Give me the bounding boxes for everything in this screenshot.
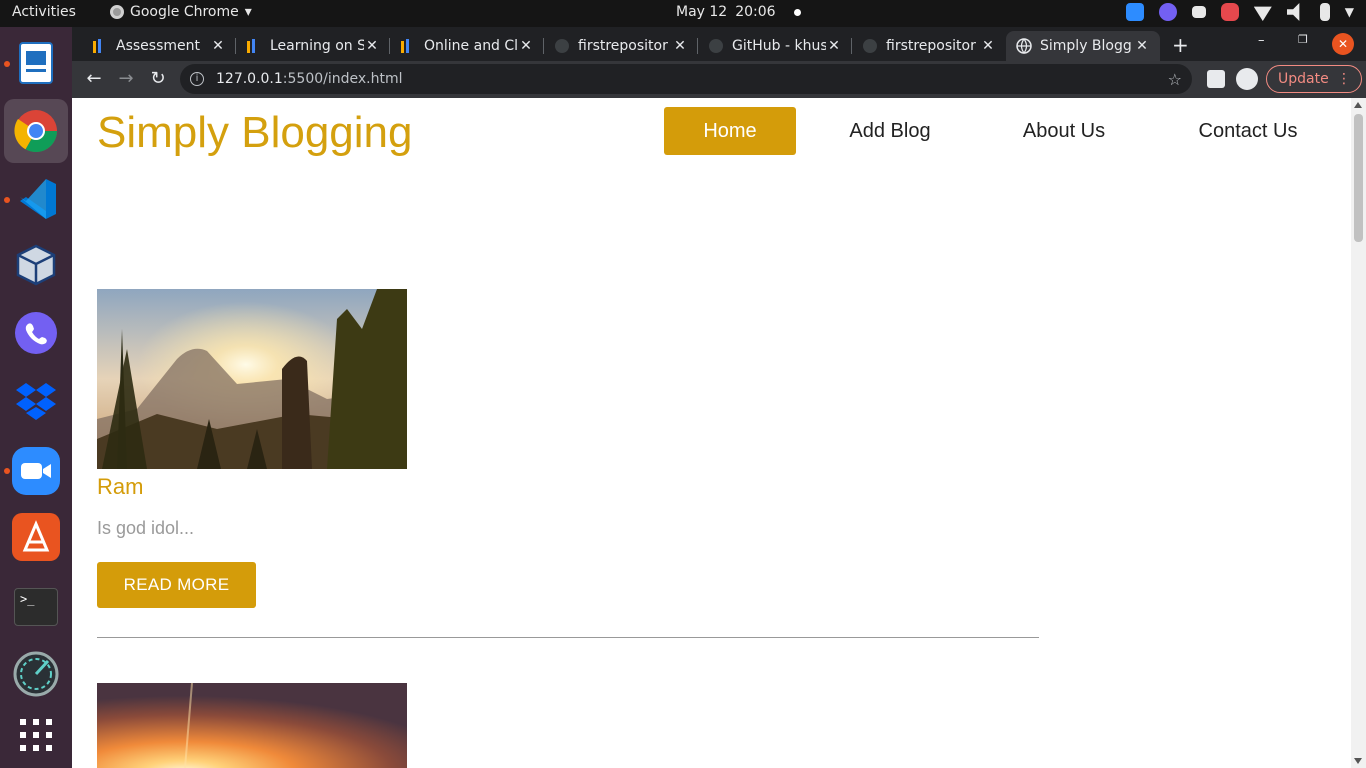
clock[interactable]: May 12 20:06: [676, 4, 801, 20]
app-menu[interactable]: Google Chrome ▾: [110, 4, 252, 20]
disk-usage-icon[interactable]: [12, 650, 60, 698]
dropbox-icon[interactable]: [12, 377, 60, 425]
wifi-icon[interactable]: [1253, 6, 1272, 21]
close-icon[interactable]: ✕: [364, 38, 380, 54]
viber-tray-icon[interactable]: [1158, 3, 1177, 21]
chrome-dock-icon[interactable]: [4, 99, 68, 163]
tab-label: firstrepositor: [886, 38, 976, 54]
dock: >_: [0, 27, 72, 768]
tab-label: Learning on S: [270, 38, 364, 54]
zoom-tray-icon[interactable]: [1125, 3, 1144, 21]
zoom-icon[interactable]: [12, 447, 60, 495]
github-icon: [554, 38, 570, 54]
app-icon: [92, 38, 108, 54]
close-icon[interactable]: ✕: [672, 38, 688, 54]
post-divider: [97, 637, 1039, 638]
battery-icon[interactable]: [1319, 3, 1330, 21]
close-icon[interactable]: ✕: [980, 38, 996, 54]
system-tray[interactable]: ▼: [1125, 3, 1354, 21]
extensions-puzzle-icon[interactable]: [1207, 70, 1225, 88]
dropbox-tray-icon[interactable]: [1191, 6, 1206, 18]
minimize-icon[interactable]: –: [1258, 33, 1265, 48]
window-close-icon[interactable]: ✕: [1332, 33, 1354, 55]
tab-label: Online and Cl: [424, 38, 518, 54]
tab-label: firstrepositor: [578, 38, 668, 54]
chevron-down-icon: ▾: [244, 4, 252, 20]
post-image[interactable]: [97, 289, 407, 469]
app-icon: [246, 38, 262, 54]
tab-label: GitHub - khus: [732, 38, 826, 54]
vscode-icon[interactable]: [12, 175, 60, 223]
read-more-button[interactable]: READ MORE: [97, 562, 256, 608]
software-center-icon[interactable]: [12, 513, 60, 561]
page-scrollbar[interactable]: [1351, 98, 1366, 768]
date-label: May 12: [676, 4, 728, 20]
restore-icon[interactable]: ❐: [1298, 33, 1308, 46]
post-title[interactable]: Ram: [97, 474, 143, 500]
nav-home[interactable]: Home: [664, 107, 796, 155]
tab-strip: Assessment ✕ Learning on S ✕ Online and …: [72, 27, 1366, 61]
running-indicator: [4, 468, 10, 474]
volume-icon[interactable]: [1286, 3, 1300, 21]
scroll-down-icon[interactable]: [1354, 758, 1362, 764]
bookmark-star-icon[interactable]: ☆: [1168, 70, 1182, 89]
close-icon[interactable]: ✕: [210, 38, 226, 54]
nav-about-us[interactable]: About Us: [998, 107, 1130, 155]
update-label: Update: [1278, 71, 1329, 87]
chrome-small-icon: [110, 5, 124, 19]
nav-contact-us[interactable]: Contact Us: [1182, 107, 1314, 155]
new-tab-icon[interactable]: +: [1172, 33, 1189, 57]
nav-add-blog[interactable]: Add Blog: [824, 107, 956, 155]
tab-3[interactable]: firstrepositor ✕: [544, 31, 698, 61]
post-image[interactable]: [97, 683, 407, 768]
tab-label: Assessment: [116, 38, 200, 54]
back-arrow-icon[interactable]: ←: [82, 68, 106, 92]
running-indicator: [4, 197, 10, 203]
running-indicator: [4, 61, 10, 67]
browser-window: Assessment ✕ Learning on S ✕ Online and …: [72, 27, 1366, 768]
profile-avatar-icon[interactable]: [1236, 68, 1258, 90]
time-label: 20:06: [735, 4, 776, 20]
libreoffice-impress-icon[interactable]: [12, 39, 60, 87]
tab-5[interactable]: firstrepositor ✕: [852, 31, 1006, 61]
address-bar[interactable]: i 127.0.0.1 :5500/index.html ☆: [180, 64, 1192, 94]
url-host: 127.0.0.1: [216, 71, 283, 87]
scrollbar-thumb[interactable]: [1354, 114, 1363, 242]
tab-2[interactable]: Online and Cl ✕: [390, 31, 544, 61]
viber-icon[interactable]: [12, 309, 60, 357]
post-excerpt: Is god idol...: [97, 518, 195, 538]
scroll-up-icon[interactable]: [1354, 102, 1362, 108]
app-menu-label: Google Chrome: [130, 4, 239, 20]
github-icon: [708, 38, 724, 54]
web-page: Simply Blogging Home Add Blog About Us C…: [72, 98, 1351, 768]
url-path: :5500/index.html: [282, 71, 403, 87]
update-button[interactable]: Update ⋮: [1266, 65, 1362, 93]
system-top-bar: Activities Google Chrome ▾ May 12 20:06 …: [0, 0, 1366, 27]
close-icon[interactable]: ✕: [826, 38, 842, 54]
globe-icon: [1016, 38, 1032, 55]
close-icon[interactable]: ✕: [518, 38, 534, 54]
site-brand[interactable]: Simply Blogging: [97, 108, 413, 158]
tab-0[interactable]: Assessment ✕: [82, 31, 236, 61]
tab-6-active[interactable]: Simply Blogg ✕: [1006, 31, 1160, 61]
virtualbox-icon[interactable]: [12, 241, 60, 289]
tab-1[interactable]: Learning on S ✕: [236, 31, 390, 61]
show-applications-icon[interactable]: [20, 719, 52, 751]
system-menu-chevron-icon[interactable]: ▼: [1345, 5, 1354, 19]
tab-label: Simply Blogg: [1040, 38, 1132, 54]
site-info-icon[interactable]: i: [190, 72, 204, 86]
notification-dot-icon: [793, 8, 801, 16]
tab-4[interactable]: GitHub - khus ✕: [698, 31, 852, 61]
github-icon: [862, 38, 878, 54]
app-icon: [400, 38, 416, 54]
reload-icon[interactable]: ↻: [146, 68, 170, 92]
forward-arrow-icon[interactable]: →: [114, 68, 138, 92]
browser-toolbar: ← → ↻ i 127.0.0.1 :5500/index.html ☆ Upd…: [72, 61, 1366, 98]
record-tray-icon[interactable]: [1220, 3, 1239, 21]
more-menu-icon[interactable]: ⋮: [1337, 71, 1351, 87]
activities-button[interactable]: Activities: [12, 4, 76, 20]
close-icon[interactable]: ✕: [1134, 38, 1150, 54]
terminal-icon[interactable]: >_: [14, 588, 58, 626]
